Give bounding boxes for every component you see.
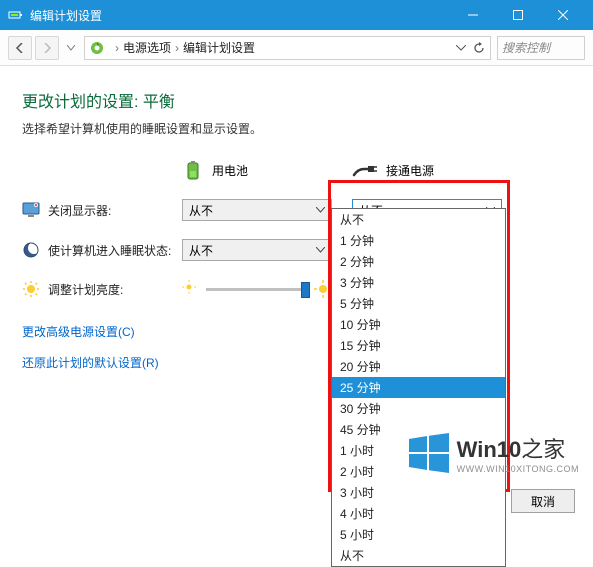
column-headers: 用电池 接通电源: [22, 159, 571, 181]
dropdown-option[interactable]: 2 分钟: [332, 251, 505, 272]
dropdown-option[interactable]: 15 分钟: [332, 335, 505, 356]
window-title: 编辑计划设置: [30, 7, 450, 24]
toolbar: › 电源选项 › 编辑计划设置 搜索控制: [0, 30, 593, 66]
plugged-column-header: 接通电源: [352, 161, 522, 179]
dropdown-option[interactable]: 从不: [332, 545, 505, 566]
sleep-battery-dropdown[interactable]: 从不: [182, 239, 332, 261]
maximize-button[interactable]: [495, 0, 540, 30]
moon-icon: [22, 241, 40, 259]
battery-column-header: 用电池: [182, 159, 352, 181]
close-button[interactable]: [540, 0, 585, 30]
search-input[interactable]: 搜索控制: [497, 36, 585, 60]
breadcrumb-current[interactable]: 编辑计划设置: [183, 39, 255, 56]
chevron-down-icon: [316, 247, 325, 253]
breadcrumb-chevron: ›: [115, 41, 119, 55]
forward-button[interactable]: [35, 36, 59, 60]
search-placeholder: 搜索控制: [502, 39, 550, 56]
page-title: 更改计划的设置: 平衡: [22, 88, 571, 112]
breadcrumb-root[interactable]: 电源选项: [123, 39, 171, 56]
dropdown-option[interactable]: 20 分钟: [332, 356, 505, 377]
slider-thumb[interactable]: [301, 282, 310, 298]
dropdown-option[interactable]: 4 小时: [332, 503, 505, 524]
watermark: Win10之家 WWW.WIN10XITONG.COM: [407, 431, 579, 475]
chevron-down-icon: [316, 207, 325, 213]
address-bar[interactable]: › 电源选项 › 编辑计划设置: [84, 36, 491, 60]
dropdown-option[interactable]: 30 分钟: [332, 398, 505, 419]
dropdown-value: 从不: [189, 242, 316, 259]
sun-large-icon: [314, 280, 332, 298]
history-dropdown[interactable]: [64, 45, 78, 51]
plug-icon: [352, 161, 378, 179]
page-subtitle: 选择希望计算机使用的睡眠设置和显示设置。: [22, 120, 571, 137]
display-off-label: 关闭显示器:: [48, 202, 111, 219]
dropdown-option[interactable]: 3 小时: [332, 482, 505, 503]
dropdown-options-list: 从不1 分钟2 分钟3 分钟5 分钟10 分钟15 分钟20 分钟25 分钟30…: [331, 208, 506, 567]
monitor-icon: [22, 201, 40, 219]
back-button[interactable]: [8, 36, 32, 60]
power-icon: [89, 40, 105, 56]
battery-column-label: 用电池: [212, 162, 248, 179]
refresh-icon[interactable]: [472, 41, 486, 55]
dropdown-option[interactable]: 10 分钟: [332, 314, 505, 335]
address-dropdown-icon[interactable]: [456, 45, 466, 51]
brightness-icon: [22, 280, 40, 298]
dropdown-option[interactable]: 5 小时: [332, 524, 505, 545]
sleep-label: 使计算机进入睡眠状态:: [48, 242, 171, 259]
cancel-button[interactable]: 取消: [511, 489, 575, 513]
dropdown-option[interactable]: 1 分钟: [332, 230, 505, 251]
minimize-button[interactable]: [450, 0, 495, 30]
plugged-column-label: 接通电源: [386, 162, 434, 179]
windows-logo-icon: [407, 431, 451, 475]
dropdown-option[interactable]: 从不: [332, 209, 505, 230]
dropdown-value: 从不: [189, 202, 316, 219]
watermark-url: WWW.WIN10XITONG.COM: [457, 464, 579, 474]
watermark-suffix: 之家: [521, 437, 565, 462]
titlebar: 编辑计划设置: [0, 0, 593, 30]
display-off-battery-dropdown[interactable]: 从不: [182, 199, 332, 221]
brightness-label: 调整计划亮度:: [48, 281, 123, 298]
dropdown-option[interactable]: 25 分钟: [332, 377, 505, 398]
brightness-battery-slider[interactable]: [182, 279, 332, 299]
footer-buttons: 取消: [511, 489, 575, 513]
dropdown-option[interactable]: 3 分钟: [332, 272, 505, 293]
battery-icon: [182, 159, 204, 181]
battery-icon: [8, 7, 24, 23]
window-controls: [450, 0, 585, 30]
dropdown-option[interactable]: 5 分钟: [332, 293, 505, 314]
watermark-brand: Win10: [457, 437, 522, 462]
breadcrumb-chevron: ›: [175, 41, 179, 55]
sun-small-icon: [182, 280, 200, 298]
